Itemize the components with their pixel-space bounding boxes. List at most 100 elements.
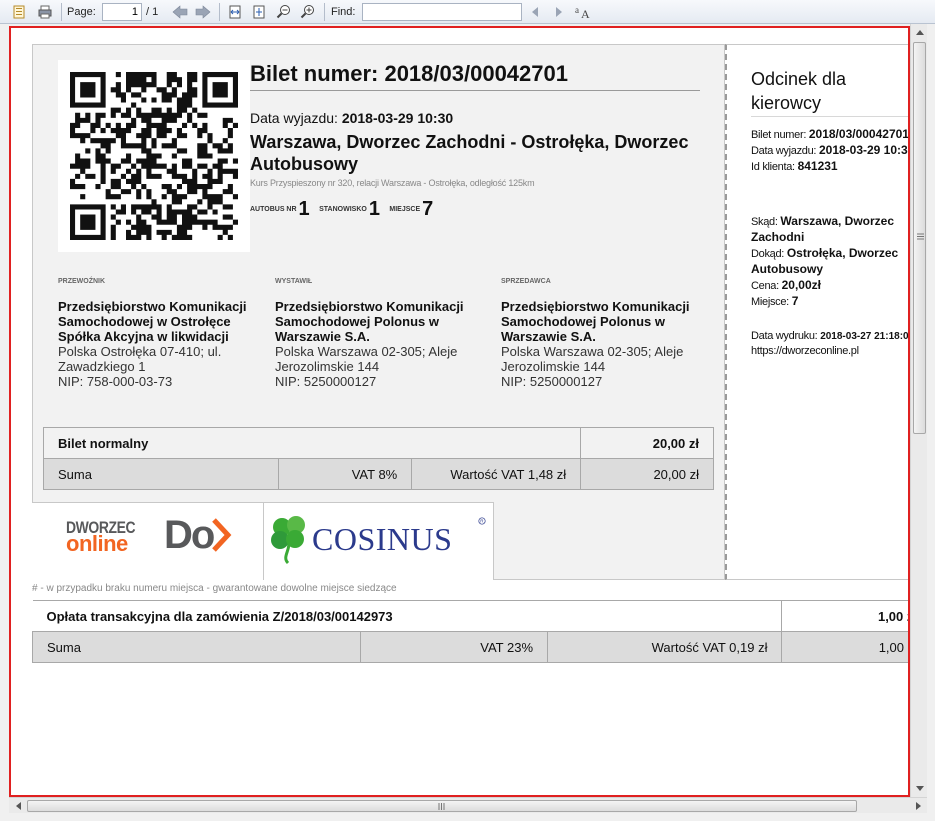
fee-title: Opłata transakcyjna dla zamówienia Z/201… [32,600,783,632]
page-total: / 1 [146,6,159,18]
qr-code [58,60,250,252]
fee-sum-label: Suma [32,631,361,663]
find-label: Find: [331,6,356,18]
stub-date-label: Data wyjazdu: [751,145,817,157]
stub-to-label: Dokąd: [751,248,785,260]
departure-date: Data wyjazdu: 2018-03-29 10:30 [250,110,453,126]
bus-number: 1 [298,198,310,220]
dworzec-logo-bottom: online [66,531,128,556]
issuer-name: Przedsiębiorstwo Komunikacji Samochodowe… [275,299,464,344]
page-number-input[interactable] [102,3,142,21]
cosinus-logo-text: COSINUS [312,521,453,557]
zoom-in-icon[interactable] [299,3,317,21]
title-divider [250,90,700,91]
ticket-price-table: Bilet normalny 20,00 zł Suma VAT 8% Wart… [42,427,714,490]
vertical-scrollbar[interactable] [910,24,927,797]
departure-date-label: Data wyjazdu: [250,110,338,126]
stand-number: 1 [368,198,380,220]
next-page-icon[interactable] [194,3,212,21]
carrier-name: Przedsiębiorstwo Komunikacji Samochodowe… [58,299,247,344]
dworzec-chevron-icon [212,518,232,552]
bus-stand-seat: AUTOBUS NR 1 STANOWISKO 1 MIEJSCE 7 [250,198,438,221]
stub-price-value: 20,00zł [781,278,821,292]
stub-url: https://dworzeconline.pl [751,345,859,357]
price-row: Bilet normalny 20,00 zł [42,427,714,459]
zoom-out-icon[interactable] [275,3,293,21]
stub-print-label: Data wydruku: [751,330,818,342]
bus-label: AUTOBUS NR [250,206,297,213]
seller-label: SPRZEDAWCA [501,278,551,285]
stub-client-label: Id klienta: [751,161,795,173]
item-name: Bilet normalny [42,427,582,459]
viewer-toolbar: Page: / 1 Find: aA [0,0,935,24]
toolbar-separator [324,3,325,21]
stub-date-value: 2018-03-29 10:30 [818,143,910,157]
fit-page-icon[interactable] [250,3,268,21]
seller-address: Polska Warszawa 02-305; Aleje Jerozolims… [501,344,684,374]
sum-label: Suma [42,458,280,490]
carrier-nip: NIP: 758-000-03-73 [58,374,173,389]
previous-page-icon[interactable] [171,3,189,21]
item-amount: 20,00 zł [580,427,714,459]
stub-divider [751,116,908,117]
match-case-icon[interactable]: aA [574,3,592,21]
svg-text:R: R [480,519,484,524]
sum-amount: 20,00 zł [580,458,714,490]
fee-vat-rate: VAT 23% [359,631,549,663]
seller-name: Przedsiębiorstwo Komunikacji Samochodowe… [501,299,690,344]
route-title: Warszawa, Dworzec Zachodni - Ostrołęka, … [250,132,689,174]
sum-row: Suma VAT 8% Wartość VAT 1,48 zł 20,00 zł [42,458,714,490]
issuer-nip: NIP: 5250000127 [275,374,377,389]
driver-stub-panel [725,44,908,580]
find-previous-icon[interactable] [528,3,542,21]
svg-text:A: A [581,7,590,20]
find-input[interactable] [362,3,522,21]
print-icon[interactable] [36,3,54,21]
scroll-up-icon[interactable] [911,24,928,40]
toolbar-separator [219,3,220,21]
open-icon[interactable] [10,3,28,21]
seat-label: MIEJSCE [389,206,421,213]
fee-vat-value: Wartość VAT 0,19 zł [547,631,783,663]
report-page: Bilet numer: 2018/03/00042701 Data wyjaz… [9,26,910,797]
stub-ticket-value: 2018/03/00042701 [808,127,909,141]
vertical-scroll-thumb[interactable] [913,42,926,434]
stub-ticket-label: Bilet numer: [751,129,807,141]
stub-route-info: Skąd: Warszawa, Dworzec Zachodni Dokąd: … [751,214,908,310]
stub-client-value: 841231 [797,159,838,173]
stub-price-label: Cena: [751,280,779,292]
fee-table: Opłata transakcyjna dla zamówienia Z/201… [32,600,908,663]
clover-icon [271,516,305,565]
stub-print-info: Data wydruku: 2018-03-27 21:18:09 https:… [751,329,908,359]
dworzec-online-logo: DWORZEC online Do [32,502,264,580]
stub-ticket-info: Bilet numer: 2018/03/00042701 Data wyjaz… [751,127,910,175]
fee-amount: 1,00 zł [781,600,908,632]
scroll-left-icon[interactable] [9,798,26,814]
page-label: Page: [67,6,96,18]
find-next-icon[interactable] [552,3,566,21]
stub-seat-label: Miejsce: [751,296,789,308]
fee-row: Opłata transakcyjna dla zamówienia Z/201… [32,600,908,632]
scroll-down-icon[interactable] [911,781,928,797]
vat-value: Wartość VAT 1,48 zł [411,458,582,490]
seller-nip: NIP: 5250000127 [501,374,603,389]
fit-width-icon[interactable] [226,3,244,21]
scroll-right-icon[interactable] [910,798,927,814]
carrier-label: PRZEWOŹNIK [58,278,106,285]
dworzec-logo-do: Do [164,513,215,557]
course-info: Kurs Przyspieszony nr 320, relacji Warsz… [250,178,535,188]
cosinus-logo: COSINUS R [264,502,494,580]
horizontal-scroll-thumb[interactable] [27,800,857,812]
seller-block: SPRZEDAWCA Przedsiębiorstwo Komunikacji … [501,274,701,389]
fee-sum-amount: 1,00 zł [781,631,908,663]
toolbar-separator [61,3,62,21]
stub-from-label: Skąd: [751,216,778,228]
issuer-block: WYSTAWIŁ Przedsiębiorstwo Komunikacji Sa… [275,274,475,389]
stub-seat-value: 7 [791,294,799,308]
carrier-address: Polska Ostrołęka 07-410; ul. Zawadzkiego… [58,344,222,374]
seat-footnote: # - w przypadku braku numeru miejsca - g… [32,583,397,594]
stub-title: Odcinek dla kierowcy [751,69,847,113]
issuer-address: Polska Warszawa 02-305; Aleje Jerozolims… [275,344,458,374]
horizontal-scrollbar[interactable] [9,797,927,813]
registered-icon: R [478,517,486,525]
